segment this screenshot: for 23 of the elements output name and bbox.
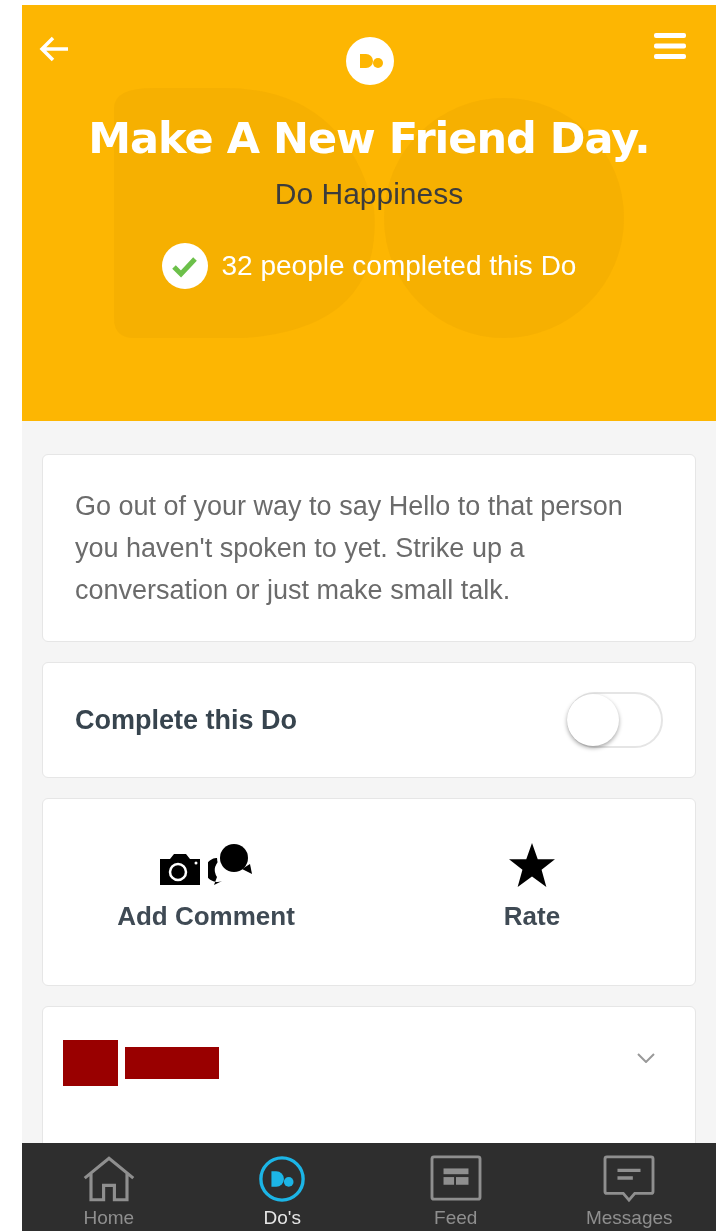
- category-label: Do Happiness: [274, 177, 464, 211]
- message-icon: [602, 1155, 657, 1203]
- menu-icon[interactable]: [654, 33, 686, 59]
- star-icon: [509, 842, 555, 887]
- nav-tab[interactable]: Do's: [195, 1143, 369, 1231]
- nav-tab[interactable]: Messages: [542, 1143, 716, 1231]
- logo-icon: [346, 37, 394, 85]
- home-icon: [81, 1155, 136, 1203]
- action-button[interactable]: Add Comment: [43, 799, 369, 985]
- nav-tab[interactable]: Feed: [369, 1143, 543, 1231]
- camera-icon: [158, 852, 202, 887]
- check-icon: [161, 243, 208, 289]
- back-arrow-icon[interactable]: [38, 35, 70, 63]
- nav-tab[interactable]: Home: [22, 1143, 196, 1231]
- page-title: Make A New Friend Day.: [87, 113, 651, 163]
- chevron-icon[interactable]: [637, 1053, 655, 1063]
- action-button[interactable]: Rate: [369, 799, 695, 985]
- description-text: Go out of your way to say Hello to that person you haven't spoken to yet. Strike up a conversation or just make small talk.: [75, 490, 624, 607]
- completed-count: 32 people completed this Do: [221, 250, 577, 282]
- complete-toggle[interactable]: [567, 692, 663, 748]
- feed-icon: [428, 1155, 483, 1203]
- complete-label: Complete this Do: [75, 704, 297, 736]
- redacted-avatar: [63, 1040, 118, 1086]
